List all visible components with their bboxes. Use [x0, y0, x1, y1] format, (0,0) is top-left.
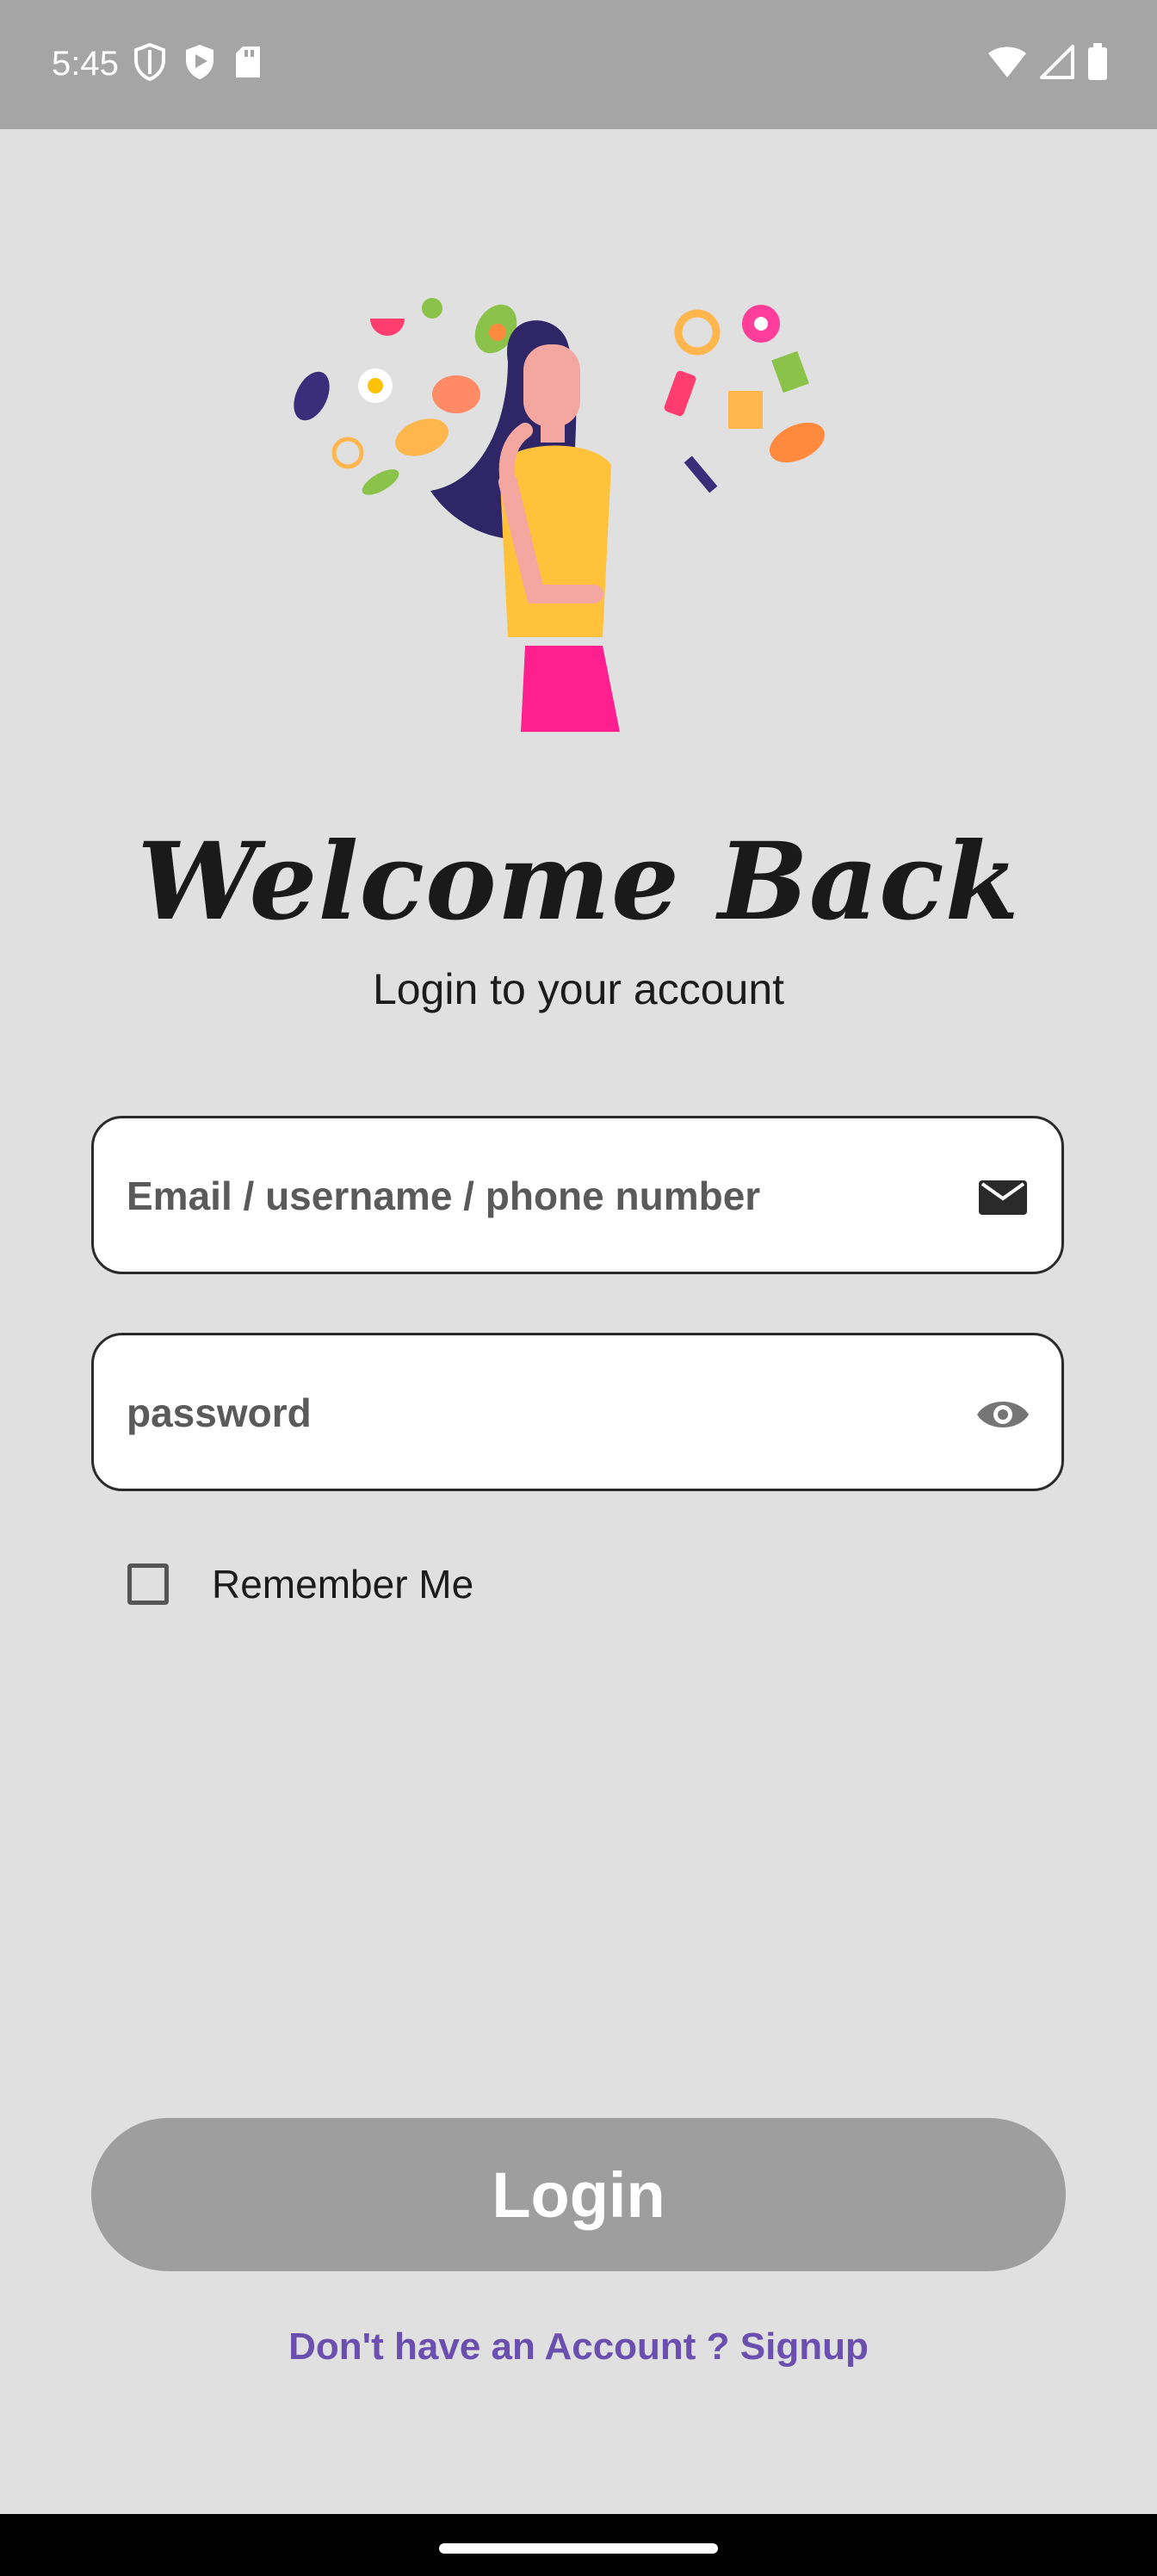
status-time: 5:45: [52, 45, 119, 83]
password-input[interactable]: [125, 1335, 955, 1490]
page-subtitle: Login to your account: [372, 965, 785, 1013]
home-gesture-handle[interactable]: [439, 2543, 718, 2554]
eye-icon[interactable]: [975, 1387, 1030, 1442]
wifi-icon: [988, 46, 1026, 77]
woman-thinking-about-food-illustration: [294, 298, 825, 732]
battery-icon: [1088, 43, 1107, 80]
remember-me-label: Remember Me: [212, 1562, 474, 1607]
sd-card-icon: [236, 46, 260, 77]
password-field[interactable]: [91, 1333, 1064, 1491]
shield-icon: [134, 43, 165, 81]
mail-icon: [979, 1180, 1027, 1215]
email-field[interactable]: [91, 1116, 1064, 1274]
remember-me-row[interactable]: Remember Me: [127, 1560, 473, 1608]
login-button[interactable]: Login: [91, 2118, 1066, 2271]
cell-signal-icon: [1040, 45, 1074, 79]
play-shield-icon: [186, 45, 213, 79]
email-input[interactable]: [125, 1118, 955, 1273]
page-title: Welcome Back: [137, 820, 1020, 944]
remember-me-checkbox[interactable]: [127, 1564, 169, 1605]
status-bar: 5:45: [0, 0, 1157, 129]
signup-link[interactable]: Don't have an Account ? Signup: [0, 2321, 1157, 2373]
